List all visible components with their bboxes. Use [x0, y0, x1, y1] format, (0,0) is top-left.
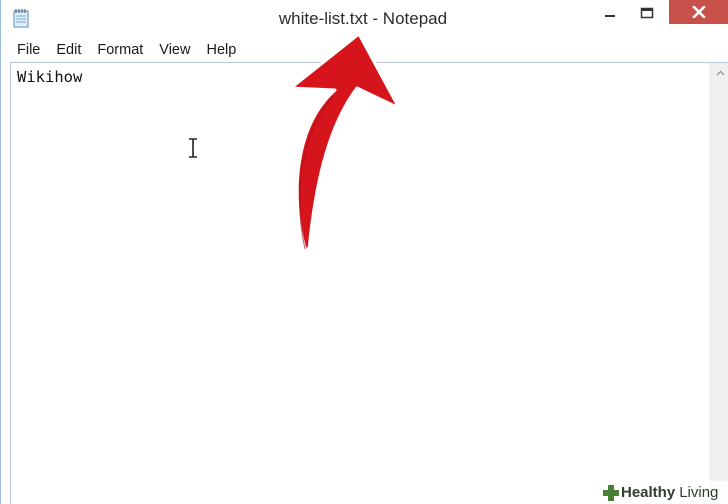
i-beam-cursor-icon: [189, 138, 197, 158]
notepad-window: white-list.txt - Notepad File Edit Forma…: [0, 0, 728, 504]
minimize-button[interactable]: [595, 0, 625, 26]
editor-content[interactable]: Wikihow: [17, 68, 82, 86]
minimize-icon: [605, 15, 615, 17]
menu-file[interactable]: File: [9, 40, 48, 60]
close-button[interactable]: [669, 0, 728, 24]
watermark-text-healthy: Healthy: [621, 484, 676, 501]
scroll-up-button[interactable]: [711, 65, 728, 81]
menu-edit[interactable]: Edit: [48, 40, 89, 60]
watermark-text-living: Living: [679, 484, 719, 501]
vertical-scrollbar[interactable]: [710, 63, 728, 504]
plus-logo-icon: [603, 484, 619, 501]
notepad-icon: [13, 9, 29, 28]
menu-view[interactable]: View: [151, 40, 198, 60]
scroll-up-arrow-icon: [716, 70, 724, 76]
close-icon: [692, 6, 706, 18]
healthy-living-watermark: Healthy Living: [601, 481, 728, 504]
menu-help[interactable]: Help: [198, 40, 244, 60]
maximize-icon: [640, 7, 654, 19]
menu-format[interactable]: Format: [89, 40, 151, 60]
maximize-button[interactable]: [631, 0, 663, 26]
red-arrow-icon: [289, 32, 401, 251]
window-title: white-list.txt - Notepad: [278, 9, 448, 28]
